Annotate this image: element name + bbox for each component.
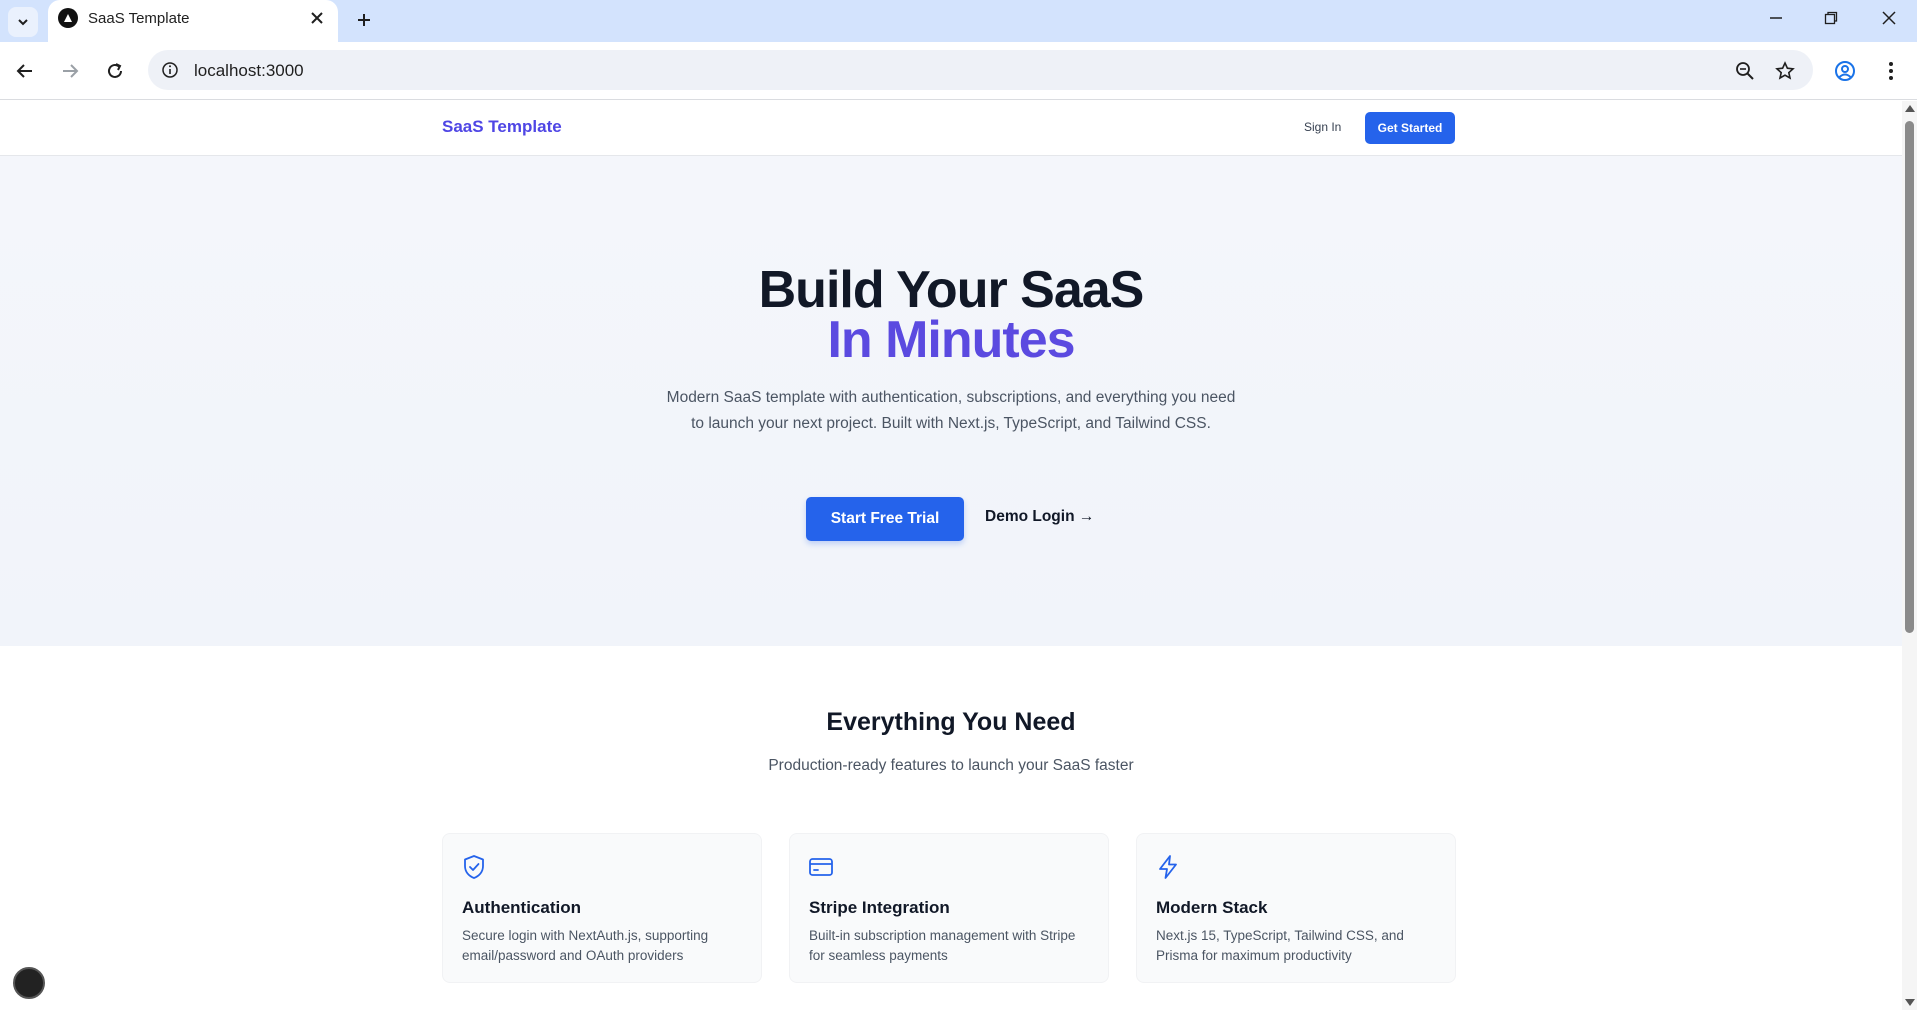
get-started-button[interactable]: Get Started [1365, 112, 1455, 144]
page-viewport: SaaS Template Sign In Get Started Build … [0, 101, 1902, 1010]
feature-card-description: Next.js 15, TypeScript, Tailwind CSS, an… [1156, 928, 1404, 963]
features-title: Everything You Need [826, 708, 1076, 736]
feature-card-authentication: Authentication Secure login with NextAut… [442, 833, 762, 983]
url-text[interactable]: localhost:3000 [194, 61, 304, 81]
profile-icon[interactable] [1828, 54, 1862, 88]
scroll-up-arrow-icon[interactable] [1905, 105, 1915, 112]
close-tab-icon[interactable] [306, 7, 328, 29]
demo-login-link[interactable]: Demo Login → [985, 508, 1094, 526]
features-subtitle: Production-ready features to launch your… [768, 757, 1134, 774]
chevron-down-icon [18, 19, 28, 26]
dev-tools-indicator[interactable] [13, 967, 45, 999]
sign-in-link[interactable]: Sign In [1304, 120, 1341, 134]
browser-tab-strip: SaaS Template [0, 0, 1917, 42]
close-window-icon[interactable] [1869, 4, 1909, 32]
zoom-icon[interactable] [1732, 58, 1758, 84]
feature-card-stripe: Stripe Integration Built-in subscription… [789, 833, 1109, 983]
feature-card-description: Built-in subscription management with St… [809, 928, 1076, 963]
site-header: SaaS Template Sign In Get Started [0, 101, 1902, 156]
hero-description: Modern SaaS template with authentication… [666, 389, 1236, 432]
new-tab-icon[interactable] [350, 6, 378, 34]
restore-icon[interactable] [1811, 4, 1851, 32]
forward-arrow-icon[interactable] [53, 54, 87, 88]
shield-check-icon [464, 855, 484, 879]
scroll-down-arrow-icon[interactable] [1905, 999, 1915, 1006]
back-arrow-icon[interactable] [8, 54, 42, 88]
favicon-triangle-icon [58, 8, 78, 28]
feature-card-description: Secure login with NextAuth.js, supportin… [462, 928, 709, 963]
brand-logo[interactable]: SaaS Template [442, 117, 562, 137]
bookmark-star-icon[interactable] [1772, 58, 1798, 84]
start-free-trial-button[interactable]: Start Free Trial [806, 497, 964, 541]
browser-tab-active[interactable]: SaaS Template [48, 0, 338, 42]
feature-card-modern-stack: Modern Stack Next.js 15, TypeScript, Tai… [1136, 833, 1456, 983]
credit-card-icon [809, 858, 833, 876]
tab-search-button[interactable] [8, 7, 38, 37]
hero-section: Build Your SaaS In Minutes Modern SaaS t… [0, 156, 1902, 646]
browser-toolbar: localhost:3000 [0, 42, 1917, 100]
site-info-icon[interactable] [160, 60, 180, 80]
minimize-icon[interactable] [1756, 4, 1796, 32]
reload-icon[interactable] [98, 54, 132, 88]
feature-card-title: Stripe Integration [809, 898, 950, 917]
page-scrollbar[interactable] [1902, 101, 1917, 1010]
tab-title: SaaS Template [88, 10, 190, 27]
feature-card-title: Modern Stack [1156, 898, 1268, 917]
lightning-bolt-icon [1159, 855, 1177, 879]
scroll-thumb[interactable] [1905, 121, 1914, 633]
feature-card-title: Authentication [462, 898, 581, 917]
more-menu-icon[interactable] [1874, 54, 1908, 88]
address-bar[interactable]: localhost:3000 [148, 50, 1813, 90]
hero-title-line2: In Minutes [827, 311, 1075, 369]
